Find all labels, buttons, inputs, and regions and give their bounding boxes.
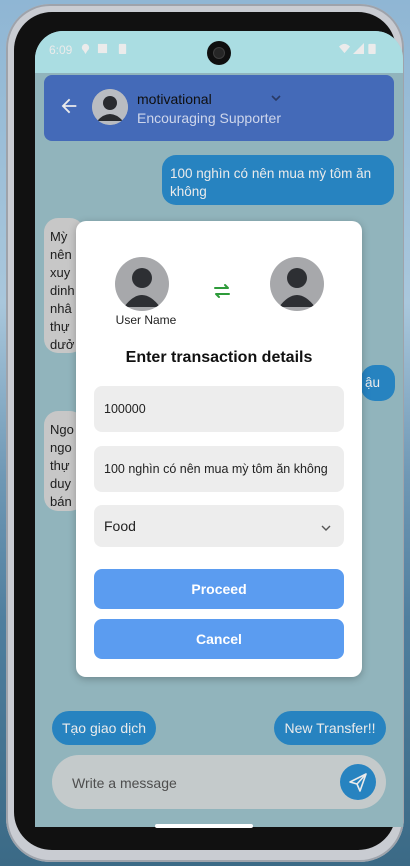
home-indicator[interactable]	[155, 824, 253, 828]
chevron-down-icon	[321, 525, 331, 531]
phone-bezel: 6:09 motivational Encouraging Supporter …	[14, 12, 403, 850]
category-value: Food	[104, 518, 136, 534]
proceed-button[interactable]: Proceed	[94, 569, 344, 609]
transaction-dialog: User Name Enter transaction details 1000…	[76, 221, 362, 677]
note-field[interactable]: 100 nghìn có nên mua mỳ tôm ăn không	[94, 446, 344, 492]
cancel-button[interactable]: Cancel	[94, 619, 344, 659]
sender-avatar	[115, 257, 169, 311]
sender-name: User Name	[115, 313, 177, 327]
category-select[interactable]: Food	[94, 505, 344, 547]
person-icon	[279, 268, 315, 307]
swap-icon[interactable]	[210, 279, 234, 303]
person-icon	[124, 268, 160, 307]
receiver-avatar	[270, 257, 324, 311]
dialog-title: Enter transaction details	[125, 349, 313, 366]
screen: 6:09 motivational Encouraging Supporter …	[35, 31, 403, 827]
amount-field[interactable]: 100000	[94, 386, 344, 432]
